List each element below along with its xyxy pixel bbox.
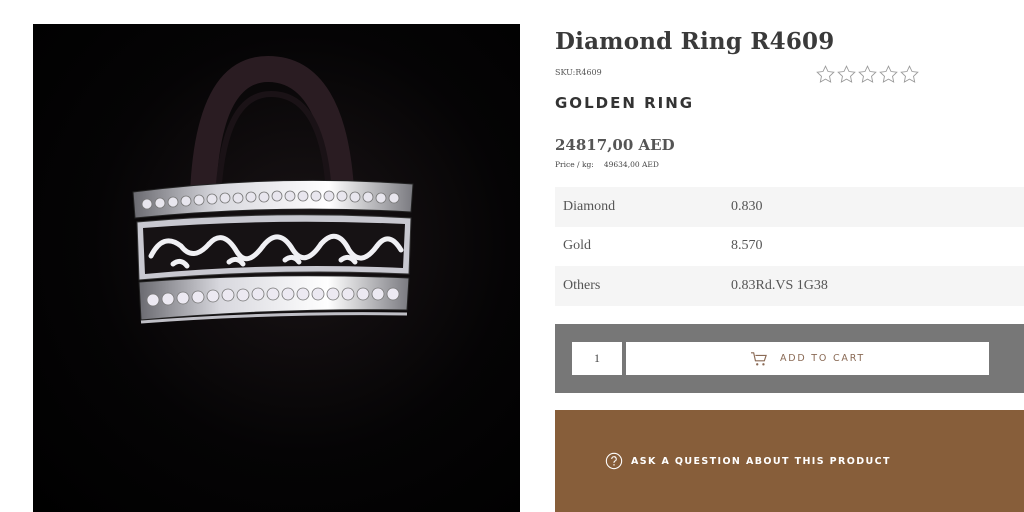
rating-stars[interactable] (815, 64, 920, 85)
price-per-kg-label: Price / kg: (555, 160, 594, 169)
star-empty-icon[interactable] (878, 64, 899, 85)
spec-row: Diamond 0.830 (555, 187, 1024, 227)
star-empty-icon[interactable] (857, 64, 878, 85)
add-to-cart-button[interactable]: ADD TO CART (626, 342, 989, 375)
ring-photo (132, 55, 414, 324)
product-title: Diamond Ring R4609 (555, 28, 835, 55)
add-to-cart-label: ADD TO CART (779, 353, 866, 364)
spec-row: Others 0.83Rd.VS 1G38 (555, 266, 1024, 306)
price-per-kg: Price / kg: 49634,00 AED (555, 160, 659, 169)
price-per-kg-value: 49634,00 AED (603, 160, 659, 169)
ask-question-button[interactable]: ASK A QUESTION ABOUT THIS PRODUCT (555, 410, 1024, 512)
spec-row: Gold 8.570 (555, 227, 1024, 267)
quantity-input[interactable]: 1 (572, 342, 622, 375)
specs-table: Diamond 0.830 Gold 8.570 Others 0.83Rd.V… (555, 187, 1024, 306)
question-circle-icon (605, 452, 623, 470)
ask-question-label: ASK A QUESTION ABOUT THIS PRODUCT (631, 455, 891, 467)
spec-name: Others (563, 277, 601, 293)
star-empty-icon[interactable] (899, 64, 920, 85)
star-empty-icon[interactable] (815, 64, 836, 85)
add-to-cart-panel: 1 ADD TO CART (555, 324, 1024, 393)
product-subtitle: GOLDEN RING (555, 94, 695, 112)
spec-name: Gold (563, 238, 591, 254)
star-empty-icon[interactable] (836, 64, 857, 85)
spec-value: 8.570 (731, 238, 763, 254)
product-sku: SKU:R4609 (555, 68, 602, 77)
product-price: 24817,00 AED (555, 136, 675, 154)
product-image[interactable] (33, 24, 520, 512)
spec-value: 0.830 (731, 198, 763, 214)
shopping-cart-icon (750, 351, 767, 365)
spec-value: 0.83Rd.VS 1G38 (731, 277, 828, 293)
spec-name: Diamond (563, 198, 616, 214)
